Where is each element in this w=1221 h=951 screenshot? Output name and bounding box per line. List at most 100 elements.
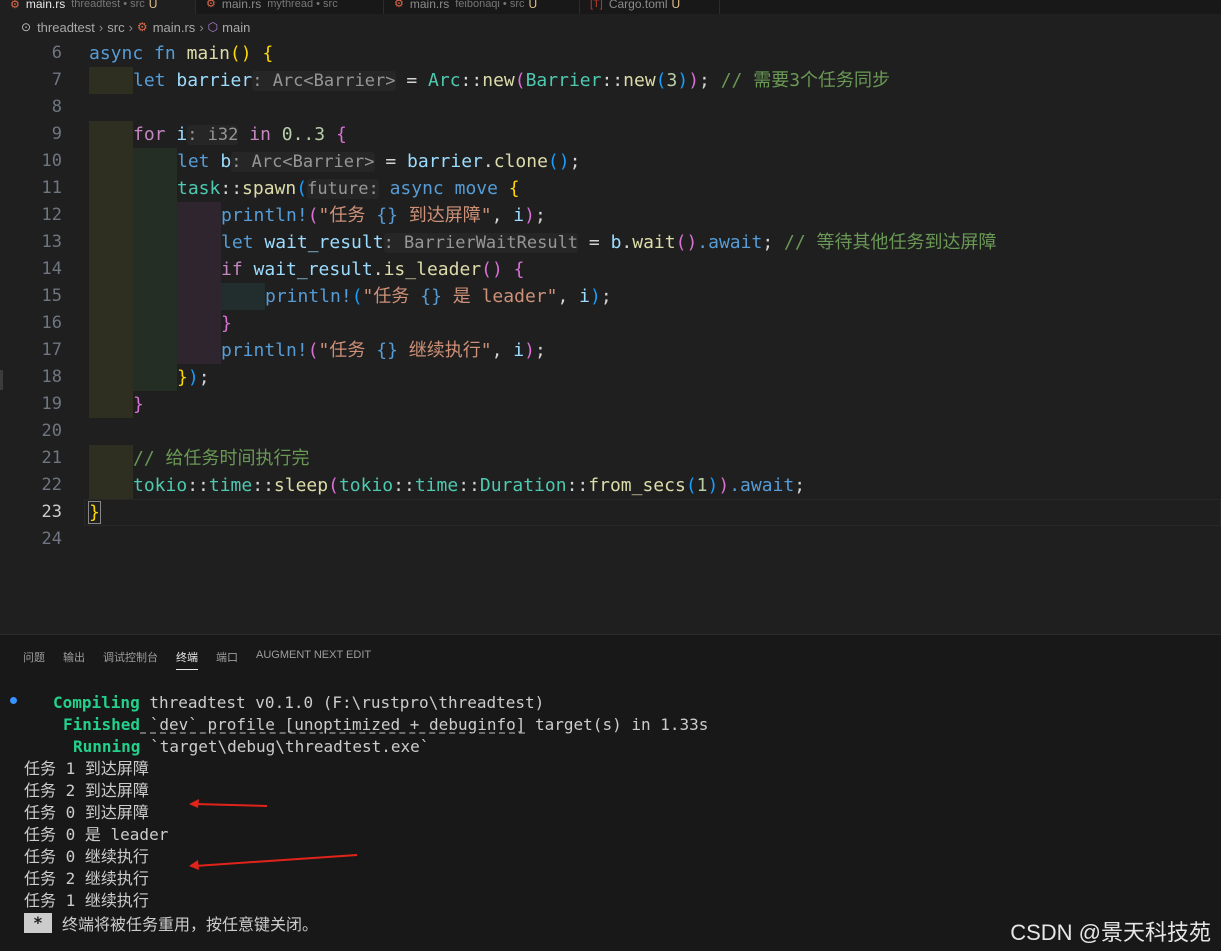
tab-description: feibonaqi • src <box>455 0 525 10</box>
line-number: 21 <box>41 448 62 468</box>
indent-guide <box>177 337 221 364</box>
line-number: 9 <box>51 124 62 144</box>
line-number: 10 <box>41 151 62 171</box>
line-number: 20 <box>41 421 62 441</box>
indent-guide <box>177 310 221 337</box>
indent-guide <box>89 121 133 148</box>
code-line-16: } <box>221 313 232 334</box>
tab-problems[interactable]: 问题 <box>23 649 45 670</box>
code-line-23: } <box>88 501 101 524</box>
breadcrumb-symbol[interactable]: main <box>222 20 250 35</box>
line-number: 6 <box>51 43 62 63</box>
terminal-running-line: Running `target\debug\threadtest.exe` <box>73 737 430 756</box>
code-line-18: }); <box>177 367 210 388</box>
tab-main-rs-threadtest[interactable]: ⚙ main.rs threadtest • src U <box>0 0 196 14</box>
breadcrumb-project[interactable]: threadtest <box>37 20 95 35</box>
line-number: 24 <box>41 529 62 549</box>
indent-guide <box>177 229 221 256</box>
tab-debug-console[interactable]: 调试控制台 <box>103 649 158 670</box>
tab-main-rs-feibonaqi[interactable]: ⚙ main.rs feibonaqi • src U <box>384 0 580 14</box>
panel-tab-list: 问题 输出 调试控制台 终端 端口 AUGMENT NEXT EDIT <box>23 649 389 670</box>
indent-guide <box>221 283 265 310</box>
tab-ports[interactable]: 端口 <box>216 649 238 670</box>
breadcrumb: ⊙ threadtest › src › ⚙ main.rs › ⬡ main <box>0 14 1221 40</box>
indent-guide <box>133 229 177 256</box>
tab-terminal[interactable]: 终端 <box>176 649 198 670</box>
line-number: 14 <box>41 259 62 279</box>
folder-target-icon: ⊙ <box>21 20 32 34</box>
terminal-task-marker: * <box>24 913 52 933</box>
rust-file-icon: ⚙ <box>136 20 148 34</box>
tab-label: main.rs <box>409 0 450 11</box>
line-number: 13 <box>41 232 62 252</box>
code-line-19: } <box>133 394 144 415</box>
tab-modified-badge: U <box>671 0 681 11</box>
line-number: 11 <box>41 178 62 198</box>
line-number: 15 <box>41 286 62 306</box>
indent-guide <box>89 148 133 175</box>
line-number: 19 <box>41 394 62 414</box>
indent-guide <box>177 202 221 229</box>
line-number: 17 <box>41 340 62 360</box>
code-line-9: for i: i32 in 0..3 { <box>133 124 347 145</box>
breadcrumb-folder[interactable]: src <box>107 20 124 35</box>
terminal-output-line: 任务 0 继续执行 <box>24 847 149 866</box>
tab-label: main.rs <box>221 0 262 11</box>
terminal-output-line: 任务 1 继续执行 <box>24 891 149 910</box>
code-editor[interactable]: 6 7 8 9 10 11 12 13 14 15 16 17 18 19 20… <box>0 40 1221 634</box>
indent-guide <box>133 175 177 202</box>
code-line-17: println!("任务 {} 继续执行", i); <box>221 340 546 361</box>
line-number: 8 <box>51 97 62 117</box>
line-number: 22 <box>41 475 62 495</box>
indent-guide <box>89 202 133 229</box>
breadcrumb-file[interactable]: main.rs <box>153 20 196 35</box>
line-number: 18 <box>41 367 62 387</box>
tab-description: threadtest • src <box>71 0 145 10</box>
code-line-12: println!("任务 {} 到达屏障", i); <box>221 205 546 226</box>
indent-guide <box>89 445 133 472</box>
terminal-output-line: 任务 2 到达屏障 <box>24 781 149 800</box>
current-line-highlight <box>84 499 1221 526</box>
annotation-arrow <box>189 854 358 870</box>
annotation-arrow <box>189 799 268 808</box>
terminal-output-line: 任务 1 到达屏障 <box>24 759 149 778</box>
code-line-14: if wait_result.is_leader() { <box>221 259 525 280</box>
chevron-right-icon: › <box>98 19 104 35</box>
terminal-output-line: 任务 0 是 leader <box>24 825 169 844</box>
terminal-close-text: 终端将被任务重用，按任意键关闭。 <box>62 915 319 934</box>
indent-guide <box>177 256 221 283</box>
tab-output[interactable]: 输出 <box>63 649 85 670</box>
command-decoration-dot[interactable] <box>10 697 17 704</box>
indent-guide <box>133 310 177 337</box>
line-number-current: 23 <box>41 502 62 522</box>
tab-modified-badge: U <box>528 0 538 11</box>
code-line-11: task::spawn(future: async move { <box>177 178 520 199</box>
line-number: 16 <box>41 313 62 333</box>
watermark: CSDN @景天科技苑 <box>1010 920 1211 945</box>
rust-file-icon: ⚙ <box>10 0 20 11</box>
code-line-7: let barrier: Arc<Barrier> = Arc::new(Bar… <box>133 70 891 91</box>
terminal-output-line: 任务 2 继续执行 <box>24 869 149 888</box>
line-number: 12 <box>41 205 62 225</box>
indent-guide <box>89 364 133 391</box>
tab-augment-next-edit[interactable]: AUGMENT NEXT EDIT <box>256 649 371 670</box>
tab-cargo-toml[interactable]: [T] Cargo.toml U <box>580 0 720 14</box>
indent-guide <box>89 229 133 256</box>
line-number: 7 <box>51 70 62 90</box>
indent-guide <box>133 337 177 364</box>
tab-label: Cargo.toml <box>608 0 668 11</box>
rust-file-icon: ⚙ <box>206 0 216 10</box>
code-line-6: async fn main() { <box>89 43 274 64</box>
terminal-close-message: * 终端将被任务重用，按任意键关闭。 <box>24 912 318 934</box>
tab-modified-badge: U <box>148 0 158 11</box>
tab-description: mythread • src <box>267 0 338 10</box>
indent-guide <box>89 337 133 364</box>
indent-guide <box>89 391 133 418</box>
function-symbol-icon: ⬡ <box>207 20 219 34</box>
chevron-right-icon: › <box>128 19 133 35</box>
tab-main-rs-mythread[interactable]: ⚙ main.rs mythread • src <box>196 0 384 14</box>
terminal-compiling-line: Compiling threadtest v0.1.0 (F:\rustpro\… <box>53 693 545 712</box>
indent-guide <box>133 364 177 391</box>
indent-guide <box>133 256 177 283</box>
indent-guide <box>89 175 133 202</box>
